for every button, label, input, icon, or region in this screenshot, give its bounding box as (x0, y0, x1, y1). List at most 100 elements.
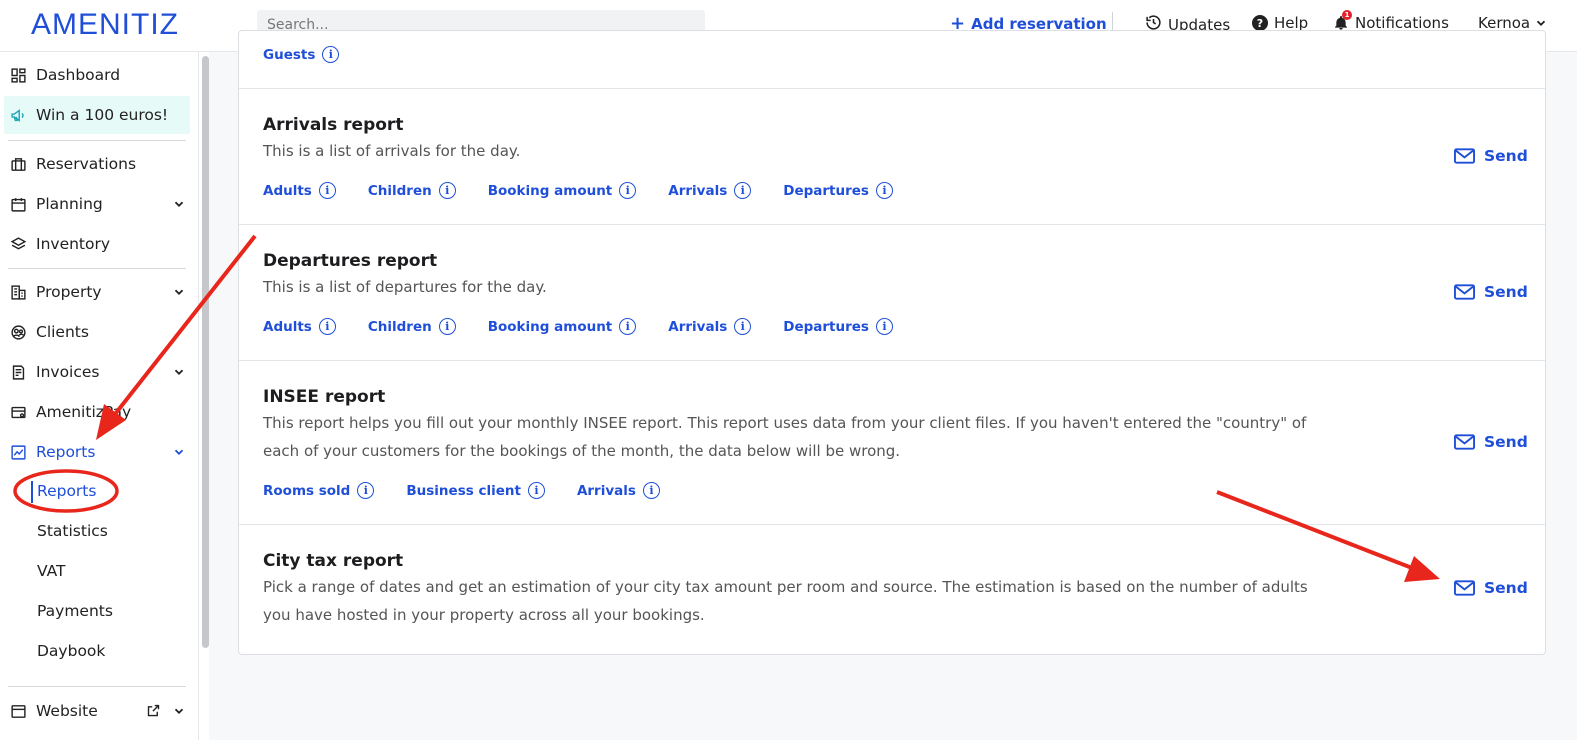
info-icon[interactable]: i (438, 318, 456, 335)
tag-arrivals[interactable]: Arrivals i (668, 318, 752, 335)
tag-label: Children (367, 182, 432, 199)
tag-guests[interactable]: Guests i (263, 46, 340, 63)
tag-label: Arrivals (668, 318, 728, 335)
tag-departures[interactable]: Departures i (783, 182, 893, 199)
chevron-down-icon (174, 369, 184, 375)
chevron-down-icon (174, 708, 184, 714)
sidebar-item-label: Property (36, 283, 102, 301)
tag-label: Adults (263, 318, 312, 335)
report-description: Pick a range of dates and get an estimat… (263, 578, 1308, 624)
dashboard-icon (9, 66, 27, 84)
credit-card-icon (9, 403, 27, 421)
sidebar-item-label: Inventory (36, 235, 111, 253)
tag-label: Adults (263, 182, 312, 199)
sidebar-scrollbar[interactable] (202, 56, 209, 648)
sidebar-divider (8, 686, 186, 687)
send-button[interactable]: Send (1454, 147, 1528, 165)
tag-label: Departures (783, 318, 869, 335)
sidebar-item-promo[interactable]: Win a 100 euros! (4, 96, 190, 134)
sidebar-divider (8, 268, 186, 269)
sidebar-divider (8, 140, 186, 141)
tag-label: Departures (783, 182, 869, 199)
info-icon[interactable]: i (318, 182, 336, 199)
info-icon[interactable]: i (619, 182, 637, 199)
report-title: Departures report (263, 251, 438, 271)
chart-icon (9, 443, 27, 461)
send-button[interactable]: Send (1454, 579, 1528, 597)
sidebar-subitem-payments[interactable]: Payments (37, 602, 113, 620)
tag-business-client[interactable]: Business client i (406, 482, 545, 499)
sidebar-item-reports[interactable]: Reports (9, 435, 187, 469)
megaphone-icon (9, 106, 27, 124)
calendar-icon (9, 195, 27, 213)
send-button[interactable]: Send (1454, 283, 1528, 301)
row-divider (239, 360, 1545, 361)
report-description: This report helps you fill out your mont… (263, 414, 1307, 460)
sidebar-item-label: Win a 100 euros! (36, 106, 169, 124)
sidebar-item-label: Dashboard (36, 66, 121, 84)
tag-children[interactable]: Children i (368, 318, 456, 335)
tag-adults[interactable]: Adults i (263, 318, 336, 335)
tag-rooms-sold[interactable]: Rooms sold i (263, 482, 375, 499)
report-title: INSEE report (263, 387, 386, 407)
row-divider (239, 224, 1545, 225)
info-icon[interactable]: i (734, 182, 752, 199)
report-description: This is a list of arrivals for the day. (263, 142, 521, 160)
tag-arrivals[interactable]: Arrivals i (577, 482, 660, 499)
building-icon (9, 283, 27, 301)
sidebar-subitem-daybook[interactable]: Daybook (37, 642, 105, 660)
reports-card (238, 30, 1546, 655)
tag-adults[interactable]: Adults i (263, 182, 336, 199)
layers-icon (9, 235, 27, 253)
sidebar-item-invoices[interactable]: Invoices (9, 355, 187, 389)
info-icon[interactable]: i (527, 482, 545, 499)
invoice-icon (9, 363, 27, 381)
info-icon[interactable]: i (438, 182, 456, 199)
sidebar-item-planning[interactable]: Planning (9, 187, 187, 221)
tag-departures[interactable]: Departures i (783, 318, 893, 335)
send-label: Send (1484, 579, 1528, 597)
send-button[interactable]: Send (1454, 433, 1528, 451)
tag-booking-amount[interactable]: Booking amount i (488, 182, 637, 199)
report-title: City tax report (263, 551, 404, 571)
tag-booking-amount[interactable]: Booking amount i (488, 318, 637, 335)
mail-icon (1454, 284, 1475, 300)
sidebar-item-inventory[interactable]: Inventory (9, 227, 187, 261)
tag-label: Business client (406, 482, 521, 499)
sidebar-item-label: Planning (36, 195, 103, 213)
sidebar-item-property[interactable]: Property (9, 275, 187, 309)
info-icon[interactable]: i (322, 46, 340, 63)
sidebar-item-dashboard[interactable]: Dashboard (9, 58, 187, 92)
sidebar-item-reservations[interactable]: Reservations (9, 147, 187, 181)
chevron-down-icon (174, 449, 184, 455)
help-icon: ? (1252, 15, 1268, 31)
tag-label: Arrivals (576, 482, 636, 499)
sidebar-subitem-vat[interactable]: VAT (37, 562, 65, 580)
notifications-badge: 1 (1342, 10, 1352, 20)
info-icon[interactable]: i (642, 482, 660, 499)
tag-label: Rooms sold (263, 482, 351, 499)
info-icon[interactable]: i (875, 182, 893, 199)
sidebar-item-label: Website (36, 702, 98, 720)
info-icon[interactable]: i (357, 482, 375, 499)
sidebar-subitem-reports[interactable]: Reports (37, 482, 96, 500)
send-label: Send (1484, 433, 1528, 451)
report-tags: Rooms sold i Business client i Arrivals i (263, 482, 692, 499)
tag-label: Children (367, 318, 432, 335)
info-icon[interactable]: i (318, 318, 336, 335)
tag-arrivals[interactable]: Arrivals i (668, 182, 752, 199)
sidebar-item-label: Reservations (36, 155, 137, 173)
sidebar-subitem-statistics[interactable]: Statistics (37, 522, 108, 540)
tag-children[interactable]: Children i (368, 182, 456, 199)
info-icon[interactable]: i (734, 318, 752, 335)
sidebar-item-amenitizpay[interactable]: AmenitizPay (9, 395, 187, 429)
chevron-down-icon (174, 201, 184, 207)
info-icon[interactable]: i (619, 318, 637, 335)
sidebar-item-website[interactable]: Website (9, 694, 187, 728)
amenitiz-logo[interactable]: AMENITIZ (31, 8, 179, 42)
users-icon (9, 323, 27, 341)
bell-icon: 1 (1333, 10, 1352, 31)
info-icon[interactable]: i (875, 318, 893, 335)
sidebar-item-clients[interactable]: Clients (9, 315, 187, 349)
sidebar-item-label: Clients (36, 323, 89, 341)
